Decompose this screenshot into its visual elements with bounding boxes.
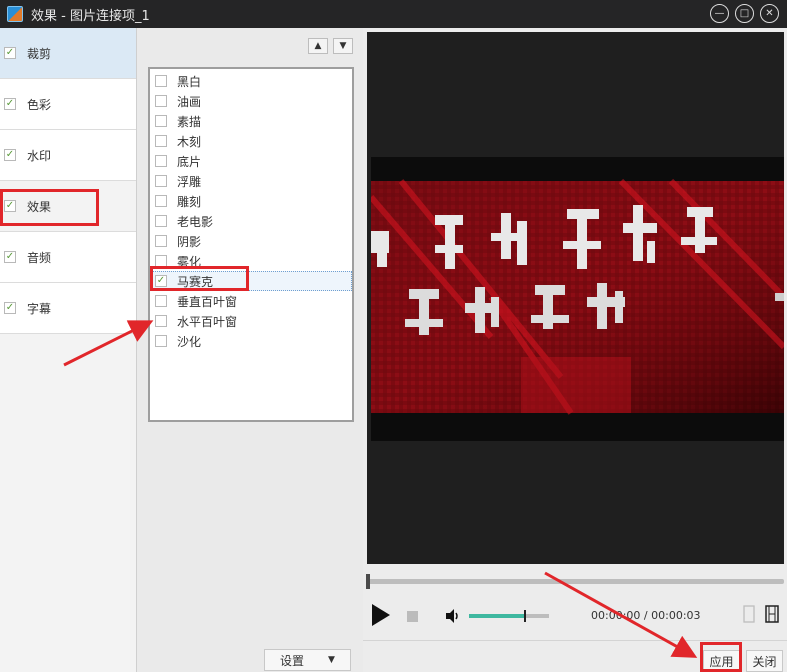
window-title: 效果 - 图片连接项_1	[31, 8, 150, 24]
effect-checkbox[interactable]	[155, 255, 167, 267]
category-item-audio[interactable]: ✓ 音频	[0, 232, 136, 283]
category-checkbox[interactable]: ✓	[4, 47, 16, 59]
effect-item[interactable]: 底片	[150, 151, 352, 171]
effect-item[interactable]: 阴影	[150, 231, 352, 251]
title-bar: 效果 - 图片连接项_1 — □ ✕	[0, 0, 787, 28]
effect-checkbox[interactable]	[155, 335, 167, 347]
effect-checkbox[interactable]	[155, 195, 167, 207]
volume-fill	[469, 614, 525, 618]
app-icon	[7, 6, 23, 22]
stop-icon[interactable]	[407, 611, 418, 622]
category-item-effects[interactable]: ✓ 效果	[0, 181, 136, 232]
effect-item[interactable]: 雾化	[150, 251, 352, 271]
chevron-down-icon: ▼	[328, 655, 335, 665]
volume-icon[interactable]	[444, 608, 462, 624]
effect-label: 浮雕	[177, 174, 202, 189]
effect-item-mosaic[interactable]: ✓ 马赛克	[150, 271, 352, 291]
apply-button[interactable]: 应用	[703, 650, 740, 672]
close-icon[interactable]: ✕	[760, 4, 779, 23]
player-controls: 00:00:00 / 00:00:03	[363, 598, 787, 634]
video-preview	[367, 32, 784, 564]
mosaic-preview-frame	[371, 157, 784, 441]
category-label: 裁剪	[27, 46, 52, 61]
effects-list[interactable]: 黑白 油画 素描 木刻 底片 浮雕 雕刻 老电影 阴影 雾化 ✓ 马赛克 垂直百叶…	[148, 67, 354, 422]
close-button[interactable]: 关闭	[746, 650, 783, 672]
category-item-color[interactable]: ✓ 色彩	[0, 79, 136, 130]
film-strip-icon[interactable]	[765, 605, 779, 623]
total-time: 00:00:03	[651, 609, 701, 622]
category-checkbox[interactable]: ✓	[4, 251, 16, 263]
effect-label: 雾化	[177, 254, 202, 269]
effect-label: 沙化	[177, 334, 202, 349]
effect-label: 底片	[177, 154, 202, 169]
effect-checkbox[interactable]	[155, 175, 167, 187]
effect-checkbox[interactable]	[155, 75, 167, 87]
time-display: 00:00:00 / 00:00:03	[591, 609, 701, 622]
effect-checkbox[interactable]: ✓	[155, 275, 167, 287]
effect-item[interactable]: 素描	[150, 111, 352, 131]
category-sidebar: ✓ 裁剪 ✓ 色彩 ✓ 水印 ✓ 效果 ✓ 音频 ✓ 字幕	[0, 28, 137, 672]
category-label: 效果	[27, 199, 52, 214]
effect-label: 油画	[177, 94, 202, 109]
category-checkbox[interactable]: ✓	[4, 302, 16, 314]
move-up-button[interactable]: ▲	[308, 38, 328, 54]
settings-label: 设置	[280, 653, 305, 668]
preview-panel: 00:00:00 / 00:00:03 应用 关闭	[363, 28, 787, 672]
effect-label: 素描	[177, 114, 202, 129]
effect-checkbox[interactable]	[155, 235, 167, 247]
effects-panel: ▲ ▼ 黑白 油画 素描 木刻 底片 浮雕 雕刻 老电影 阴影 雾化 ✓ 马赛克 …	[137, 28, 363, 672]
settings-dropdown-button[interactable]: 设置 ▼	[264, 649, 351, 671]
category-label: 字幕	[27, 301, 52, 316]
effect-item[interactable]: 木刻	[150, 131, 352, 151]
effect-checkbox[interactable]	[155, 155, 167, 167]
footer-divider	[363, 640, 787, 641]
effect-item[interactable]: 水平百叶窗	[150, 311, 352, 331]
category-checkbox[interactable]: ✓	[4, 149, 16, 161]
category-item-subtitle[interactable]: ✓ 字幕	[0, 283, 136, 334]
maximize-icon[interactable]: □	[735, 4, 754, 23]
effect-item[interactable]: 沙化	[150, 331, 352, 351]
effect-item[interactable]: 老电影	[150, 211, 352, 231]
volume-handle[interactable]	[524, 610, 526, 622]
effect-label: 黑白	[177, 74, 202, 89]
effect-checkbox[interactable]	[155, 135, 167, 147]
category-item-watermark[interactable]: ✓ 水印	[0, 130, 136, 181]
mosaic-preview-image	[371, 178, 784, 415]
effect-label: 老电影	[177, 214, 214, 229]
category-label: 音频	[27, 250, 52, 265]
category-checkbox[interactable]: ✓	[4, 98, 16, 110]
effect-item[interactable]: 雕刻	[150, 191, 352, 211]
effect-checkbox[interactable]	[155, 295, 167, 307]
move-down-button[interactable]: ▼	[333, 38, 353, 54]
time-separator: /	[643, 609, 648, 622]
effect-label: 阴影	[177, 234, 202, 249]
category-item-crop[interactable]: ✓ 裁剪	[0, 28, 136, 79]
snapshot-icon[interactable]	[743, 605, 755, 623]
category-checkbox[interactable]: ✓	[4, 200, 16, 212]
play-icon[interactable]	[372, 604, 390, 626]
effect-checkbox[interactable]	[155, 215, 167, 227]
effect-item[interactable]: 黑白	[150, 71, 352, 91]
effect-label: 垂直百叶窗	[177, 294, 238, 309]
effect-label: 马赛克	[177, 274, 214, 289]
effect-checkbox[interactable]	[155, 95, 167, 107]
volume-slider[interactable]	[469, 610, 549, 622]
effect-checkbox[interactable]	[155, 315, 167, 327]
effect-item[interactable]: 垂直百叶窗	[150, 291, 352, 311]
effect-checkbox[interactable]	[155, 115, 167, 127]
effect-item[interactable]: 油画	[150, 91, 352, 111]
effect-item[interactable]: 浮雕	[150, 171, 352, 191]
effect-label: 雕刻	[177, 194, 202, 209]
effect-label: 木刻	[177, 134, 202, 149]
category-label: 水印	[27, 148, 52, 163]
category-label: 色彩	[27, 97, 52, 112]
minimize-icon[interactable]: —	[710, 4, 729, 23]
timeline-slider[interactable]	[366, 574, 784, 589]
timeline-handle[interactable]	[366, 574, 370, 589]
effect-label: 水平百叶窗	[177, 314, 238, 329]
current-time: 00:00:00	[591, 609, 641, 622]
